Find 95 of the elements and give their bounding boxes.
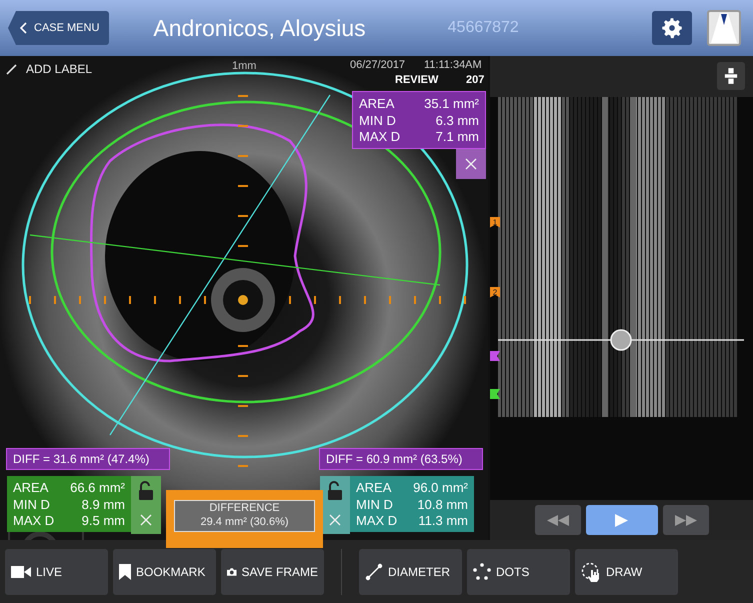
scale-tick: [238, 435, 248, 437]
measurement-label: MIN D: [359, 112, 396, 128]
case-menu-button[interactable]: CASE MENU: [8, 11, 110, 45]
date-text: 06/27/2017: [350, 59, 406, 71]
measurement-label: AREA: [359, 96, 394, 111]
scale-tick: [154, 296, 156, 304]
chevron-left-icon: [20, 22, 28, 34]
unlocked-padlock-icon: [327, 480, 343, 500]
rewind-button[interactable]: [534, 505, 580, 535]
measurement-value: 10.8 mm: [417, 496, 468, 512]
bookmark-marker[interactable]: 1: [490, 216, 500, 228]
scale-tick: [364, 296, 366, 304]
diameter-button[interactable]: DIAMETER: [359, 548, 462, 594]
measurement-value: 9.5 mm: [82, 513, 125, 528]
scale-tick: [238, 345, 248, 347]
add-label-button[interactable]: ADD LABEL: [6, 62, 92, 76]
scale-tick: [29, 296, 31, 304]
scale-tick: [238, 245, 248, 247]
trapezoid-icon: [709, 11, 739, 45]
dots-button[interactable]: DOTS: [467, 548, 570, 594]
measurement-value: 8.9 mm: [82, 496, 125, 512]
scale-tick: [238, 95, 248, 97]
diameter-line-icon: [365, 562, 383, 580]
scale-tick: [414, 296, 416, 304]
scale-tick: [104, 296, 106, 304]
catheter-drawing: [211, 268, 275, 332]
measurement-value: 11.3 mm: [418, 513, 468, 528]
hand-pointer-icon: [581, 562, 601, 582]
measurement-label: MAX D: [13, 513, 54, 528]
measurement-label: MAX D: [359, 129, 400, 144]
forward-button[interactable]: [662, 505, 708, 535]
difference-value: 29.4 mm² (30.6%): [200, 515, 289, 529]
delete-measurement-button[interactable]: [456, 149, 486, 179]
transducer-button[interactable]: [717, 62, 745, 90]
catheter-mode-button[interactable]: [707, 10, 741, 46]
scale-tick: [289, 296, 291, 304]
measurement-label: MIN D: [356, 496, 393, 512]
lock-button[interactable]: [131, 476, 161, 505]
scale-tick: [54, 296, 56, 304]
scale-tick: [389, 296, 391, 304]
measurement-value: 6.3 mm: [436, 112, 479, 128]
bookmark-button[interactable]: BOOKMARK: [113, 548, 216, 594]
lock-button[interactable]: [320, 476, 350, 505]
pencil-icon: [6, 63, 18, 75]
measurement-value: 96.0 mm²: [413, 480, 468, 495]
camera-button[interactable]: SAVE FRAME: [221, 548, 324, 594]
scale-tick: [238, 405, 248, 407]
close-icon: [465, 158, 477, 170]
scale-tick: [238, 155, 248, 157]
draw-button[interactable]: DRAW: [575, 548, 678, 594]
scale-tick: [238, 375, 248, 377]
delete-measurement-button[interactable]: [131, 505, 161, 534]
bookmark-marker[interactable]: 2: [490, 286, 500, 298]
scale-tick: [238, 125, 248, 127]
measurement-value: 35.1 mm²: [424, 96, 479, 111]
measurement-label: MAX D: [356, 513, 398, 528]
flag-marker-icon[interactable]: [490, 350, 500, 361]
live-button[interactable]: LIVE: [5, 548, 108, 594]
close-icon: [140, 514, 152, 526]
scale-tick: [439, 296, 441, 304]
scale-tick: [129, 296, 131, 304]
measurement-label: AREA: [356, 480, 392, 495]
settings-button[interactable]: [652, 11, 692, 45]
rewind-icon: [546, 514, 568, 526]
mode-text: REVIEW: [395, 74, 438, 86]
measurement-value: 7.1 mm: [436, 129, 479, 144]
patient-name: Andronicos, Aloysius: [153, 14, 366, 42]
dots-circle-icon: [473, 562, 491, 580]
add-label-text: ADD LABEL: [26, 62, 92, 76]
scale-tick: [339, 296, 341, 304]
measurement-label: AREA: [13, 480, 48, 495]
flag-marker-icon[interactable]: [490, 388, 500, 399]
difference-title: DIFFERENCE: [209, 501, 280, 515]
scale-tick: [204, 296, 206, 304]
time-text: 11:11:34AM: [424, 59, 482, 71]
scale-tick: [314, 296, 316, 304]
measurement-value: 66.6 mm²: [70, 480, 125, 495]
scale-tick: [464, 296, 466, 304]
diff-label: DIFF = 60.9 mm² (63.5%): [319, 448, 483, 470]
scale-tick: [179, 296, 181, 304]
frame-number: 207: [466, 74, 484, 86]
scale-tick: [238, 185, 248, 187]
close-icon: [329, 514, 341, 526]
scale-tick: [79, 296, 81, 304]
play-icon: [615, 514, 628, 526]
patient-id: 45667872: [448, 19, 519, 37]
diff-label: DIFF = 31.6 mm² (47.4%): [6, 448, 170, 470]
fast-forward-icon: [674, 514, 696, 526]
measurement-label: MIN D: [13, 496, 50, 512]
unlocked-padlock-icon: [138, 480, 154, 500]
scale-tick: [238, 465, 248, 467]
video-camera-icon: [11, 564, 31, 578]
scale-tick: [238, 215, 248, 217]
bookmark-icon: [119, 564, 131, 580]
scale-label: 1mm: [232, 60, 256, 72]
